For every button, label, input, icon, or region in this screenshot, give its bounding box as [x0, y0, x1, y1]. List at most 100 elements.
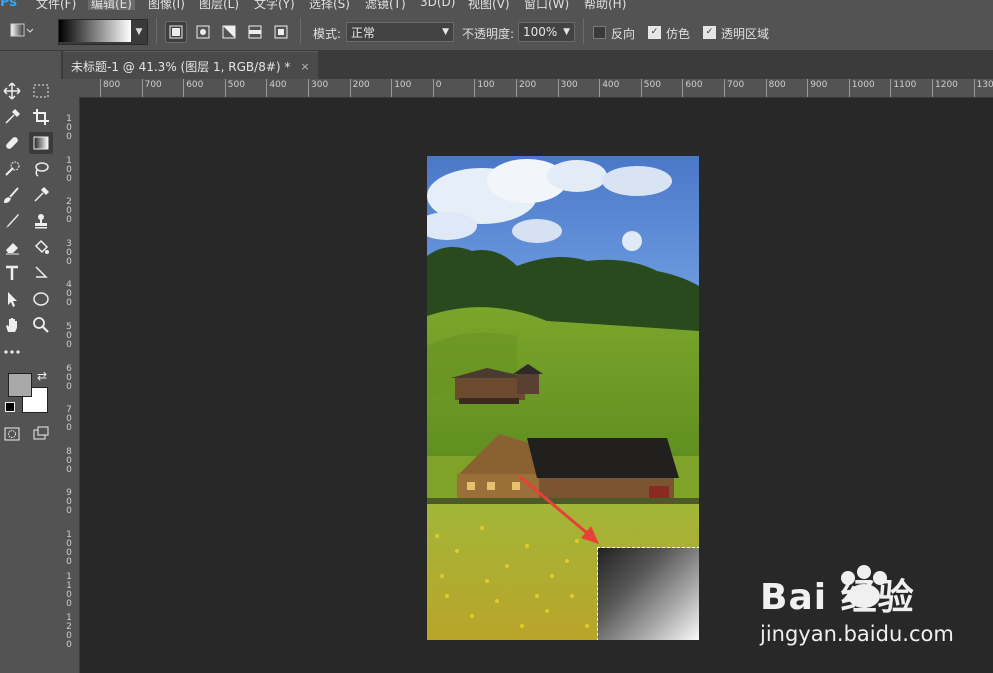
- color-sampler-icon: [34, 186, 50, 202]
- ruler-tick: 600: [66, 363, 72, 392]
- menu-filter[interactable]: 滤镜(T): [365, 0, 406, 10]
- watermark-brand: Bai 经验: [760, 577, 915, 618]
- reverse-checkbox[interactable]: [593, 26, 606, 39]
- tool-preset-picker[interactable]: [10, 21, 34, 39]
- ruler-tick: 800: [765, 79, 786, 97]
- diamond-gradient-icon: [274, 25, 288, 39]
- eyedropper-icon: [5, 108, 21, 124]
- menu-edit[interactable]: 编辑(E): [88, 0, 135, 10]
- ruler-tick: 100: [66, 155, 72, 184]
- eyedropper-tool[interactable]: [0, 106, 24, 128]
- marquee-icon: [33, 84, 49, 98]
- chevron-down-icon: ▼: [135, 27, 143, 37]
- type-tool[interactable]: [0, 262, 24, 284]
- menu-window[interactable]: 窗口(W): [524, 0, 569, 10]
- ruler-tick: 1100: [890, 79, 916, 97]
- ruler-tick: 900: [66, 488, 72, 517]
- move-icon: [3, 82, 21, 100]
- move-tool[interactable]: [0, 80, 24, 102]
- ruler-tick: 400: [599, 79, 619, 97]
- pencil-tool[interactable]: [0, 210, 24, 232]
- crop-icon: [33, 109, 49, 125]
- lasso-icon: [35, 162, 49, 177]
- document-tab-bar: 未标题-1 @ 41.3% (图层 1, RGB/8#) * ×: [61, 51, 993, 80]
- healing-tool[interactable]: [0, 132, 24, 154]
- ruler-tick: 1100: [66, 571, 72, 609]
- ruler-tick: 500: [640, 79, 661, 97]
- hand-tool[interactable]: [0, 314, 24, 336]
- ruler-tick: 200: [349, 79, 370, 97]
- ellipse-icon: [33, 292, 49, 306]
- linear-gradient-button[interactable]: [165, 21, 187, 43]
- menu-file[interactable]: 文件(F): [36, 0, 76, 10]
- ruler-tick: 300: [557, 79, 578, 97]
- ruler-tick: 200: [66, 197, 72, 226]
- document-canvas[interactable]: [427, 156, 699, 640]
- gradient-selection[interactable]: [597, 547, 699, 640]
- document-tab[interactable]: 未标题-1 @ 41.3% (图层 1, RGB/8#) * ×: [63, 51, 318, 80]
- quickmask-button[interactable]: [0, 423, 24, 445]
- zoom-icon: [33, 317, 49, 333]
- gradient-picker[interactable]: ▼: [58, 19, 148, 45]
- ruler-tick: 700: [141, 79, 162, 97]
- ruler-tick: 0: [432, 79, 442, 97]
- zoom-tool[interactable]: [29, 314, 53, 336]
- ruler-tick: 1300: [973, 79, 993, 97]
- gradient-tool[interactable]: [29, 132, 53, 154]
- ruler-tick: 1000: [848, 79, 875, 97]
- crop-tool[interactable]: [29, 106, 53, 128]
- radial-gradient-button[interactable]: [192, 21, 214, 43]
- more-tools-button[interactable]: [0, 341, 24, 363]
- app-logo: Ps: [0, 0, 18, 10]
- marquee-tool[interactable]: [29, 80, 53, 102]
- angle-gradient-button[interactable]: [218, 21, 240, 43]
- path-select-icon: [35, 266, 48, 278]
- lasso-tool[interactable]: [29, 158, 53, 180]
- opacity-input[interactable]: 100% ▼: [518, 22, 575, 42]
- ruler-tick: 300: [308, 79, 328, 97]
- menu-3d[interactable]: 3D(D): [420, 0, 455, 9]
- menu-type[interactable]: 文字(Y): [254, 0, 295, 10]
- screenmode-button[interactable]: [29, 423, 53, 445]
- ruler-tick: 900: [807, 79, 827, 97]
- divider: [300, 18, 301, 44]
- transparency-checkbox[interactable]: ✓: [703, 26, 716, 39]
- eyedropper2-tool[interactable]: [29, 184, 53, 206]
- swap-icon[interactable]: ⇄: [37, 369, 47, 383]
- ruler-tick: 600: [682, 79, 703, 97]
- menu-image[interactable]: 图像(I): [148, 0, 185, 10]
- menu-help[interactable]: 帮助(H): [584, 0, 626, 10]
- direct-select-tool[interactable]: [0, 288, 24, 310]
- tool-preset-icon: [10, 23, 34, 37]
- close-icon[interactable]: ×: [300, 60, 309, 73]
- paint-bucket-tool[interactable]: [29, 236, 53, 258]
- quick-select-icon: [5, 161, 20, 176]
- eraser-tool[interactable]: [0, 236, 24, 258]
- stamp-tool[interactable]: [29, 210, 53, 232]
- hand-icon: [6, 318, 17, 332]
- default-colors-icon[interactable]: [5, 402, 15, 412]
- menu-view[interactable]: 视图(V): [468, 0, 510, 10]
- diamond-gradient-button[interactable]: [270, 21, 292, 43]
- mode-value: 正常: [351, 25, 376, 40]
- dither-checkbox[interactable]: ✓: [648, 26, 661, 39]
- ruler-tick: 700: [724, 79, 744, 97]
- brush-tool[interactable]: [0, 184, 24, 206]
- ruler-tick: 1200: [932, 79, 958, 97]
- chevron-down-icon: ▼: [442, 27, 449, 37]
- ellipse-tool[interactable]: [29, 288, 53, 310]
- quick-select-tool[interactable]: [0, 158, 24, 180]
- ruler-tick: 300: [66, 238, 72, 267]
- healing-icon: [6, 137, 18, 149]
- path-select-tool[interactable]: [29, 262, 53, 284]
- direct-select-icon: [8, 292, 17, 307]
- quickmask-icon: [4, 427, 20, 441]
- document-tab-title: 未标题-1 @ 41.3% (图层 1, RGB/8#) *: [71, 59, 291, 74]
- linear-gradient-icon: [169, 25, 183, 39]
- menu-layer[interactable]: 图层(L): [199, 0, 239, 10]
- menu-select[interactable]: 选择(S): [309, 0, 350, 10]
- foreground-color-swatch[interactable]: [8, 373, 32, 397]
- mode-select[interactable]: 正常 ▼: [346, 22, 454, 42]
- ruler-tick: 400: [266, 79, 287, 97]
- reflected-gradient-button[interactable]: [244, 21, 266, 43]
